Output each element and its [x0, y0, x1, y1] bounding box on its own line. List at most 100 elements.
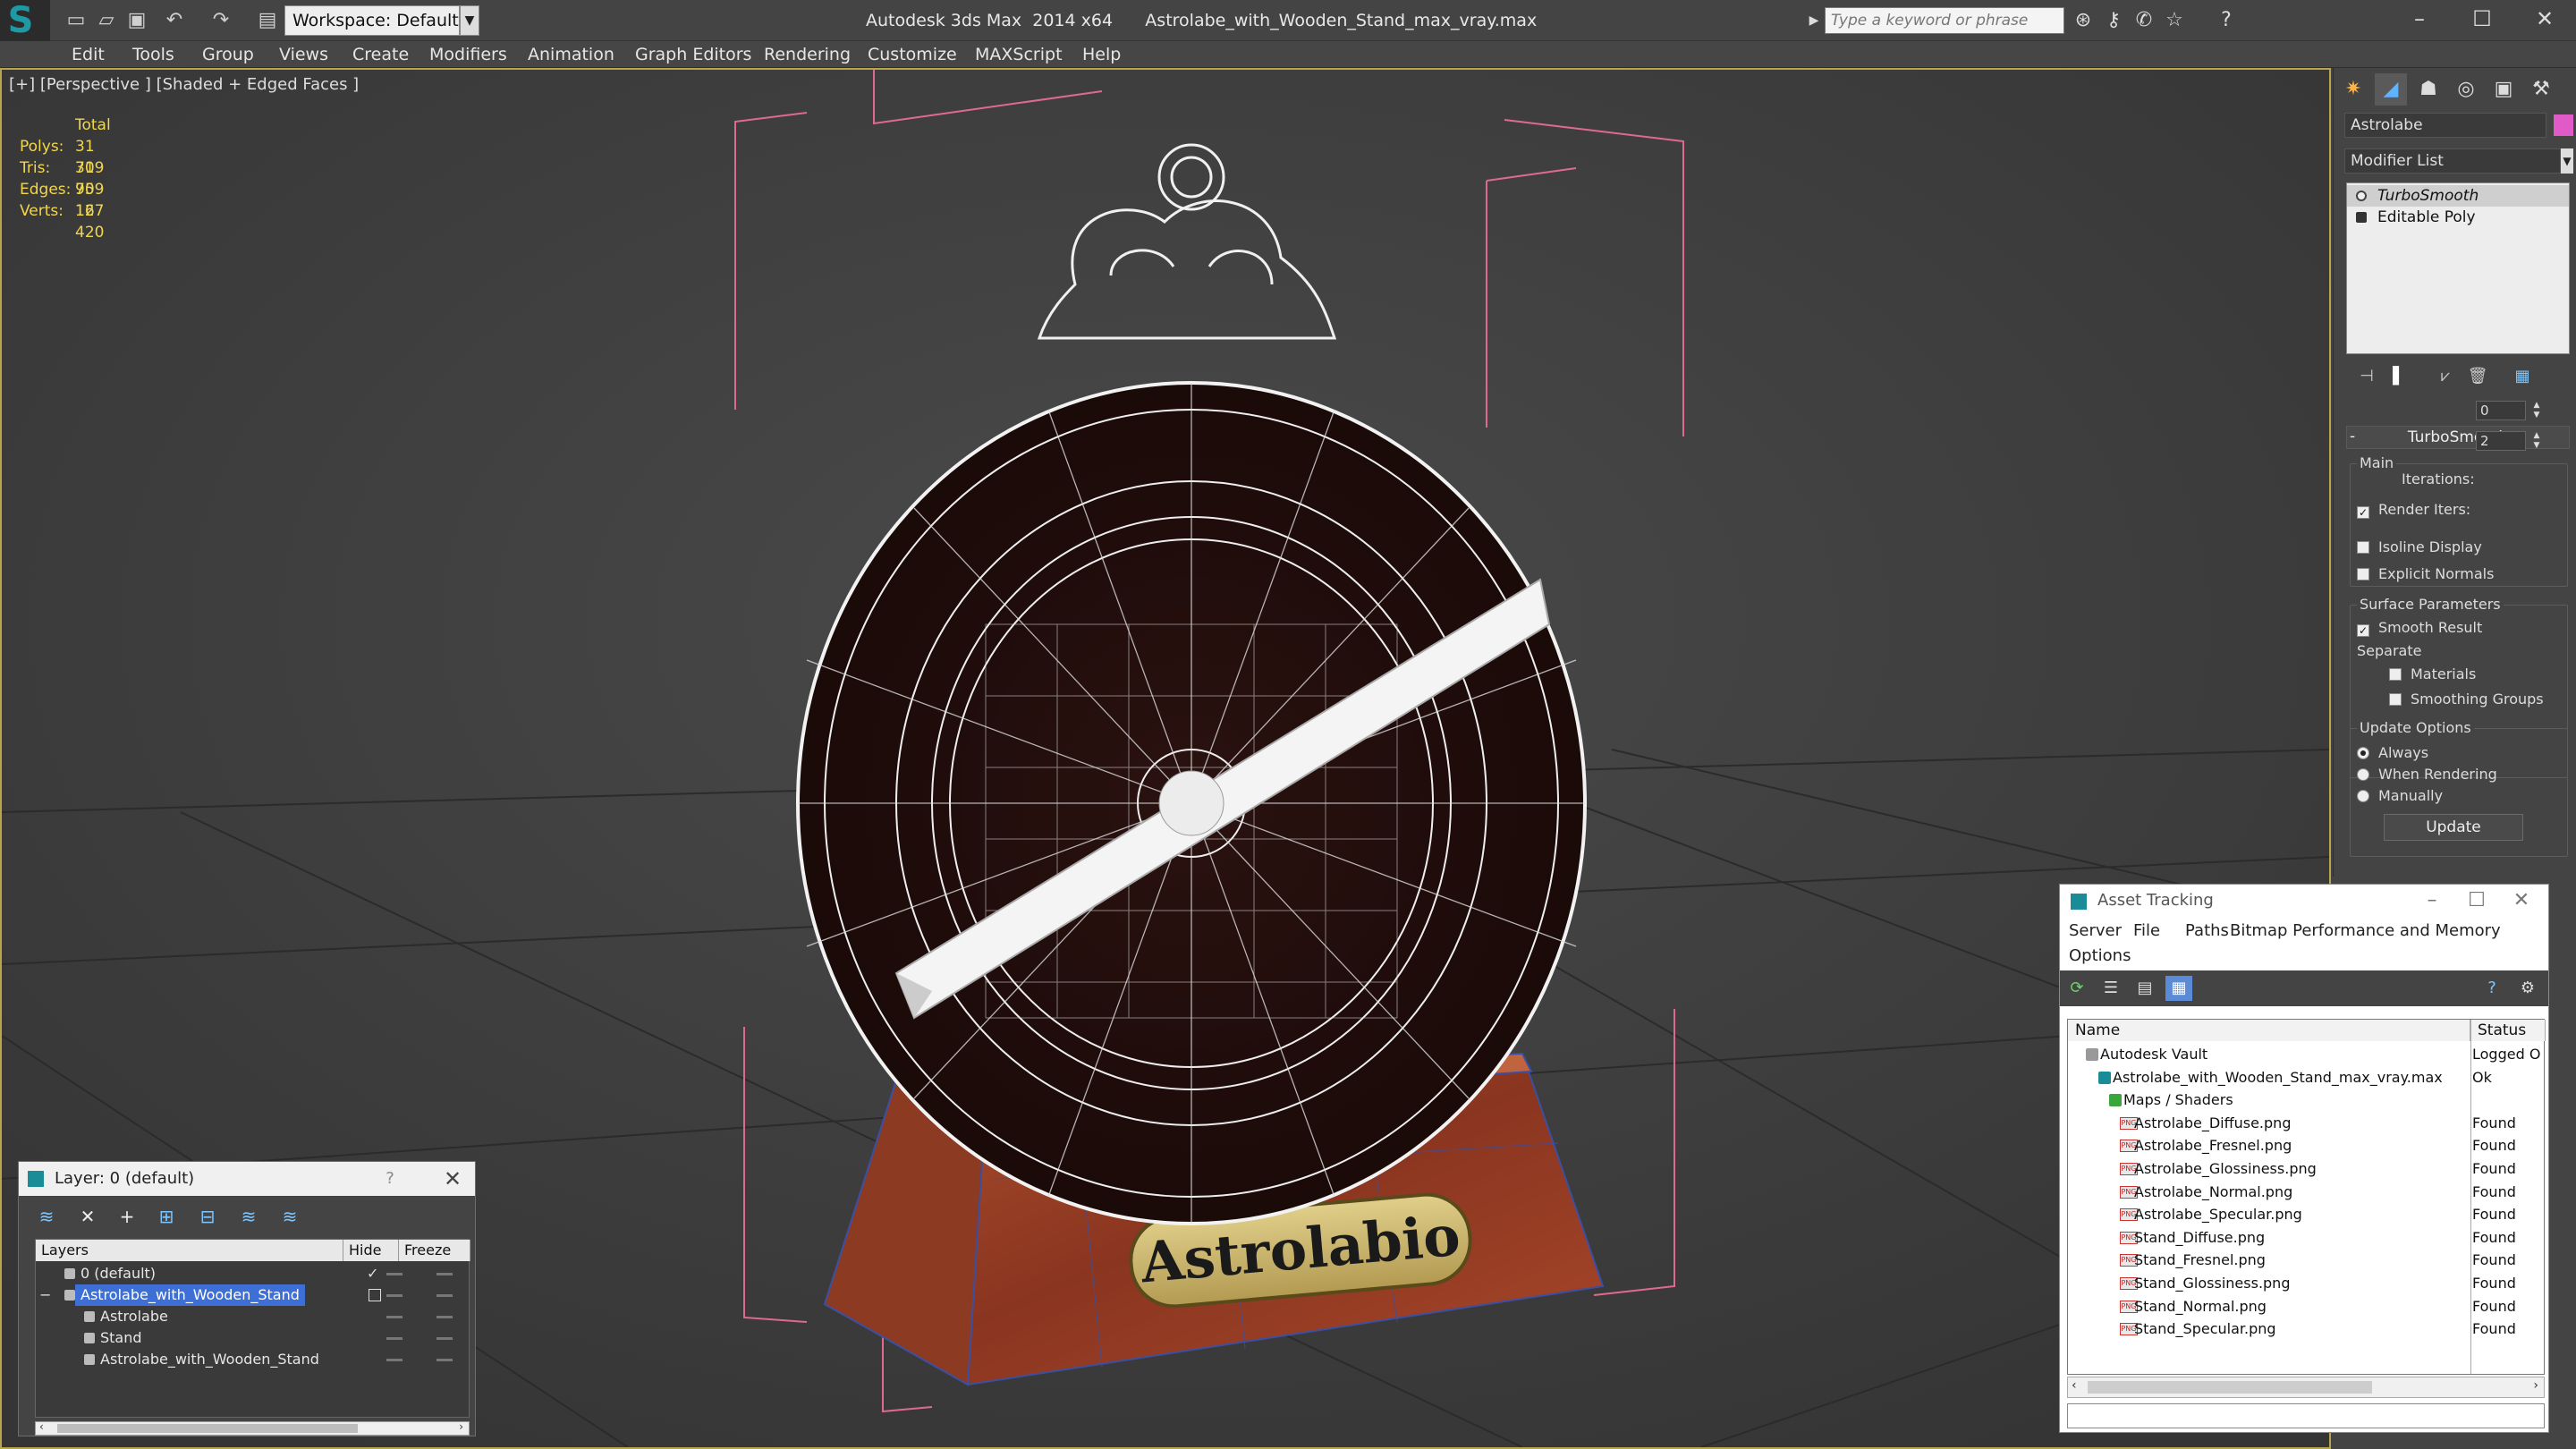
asset-menu-server[interactable]: Server — [2069, 919, 2122, 944]
app-logo-button[interactable]: S — [0, 0, 50, 41]
minimize-icon[interactable]: – — [2414, 885, 2450, 917]
asset-row[interactable]: PNG Stand_Diffuse.png Found — [2068, 1226, 2546, 1250]
collapse-icon[interactable]: − — [39, 1284, 51, 1306]
modifier-list-dropdown[interactable]: Modifier List — [2344, 148, 2561, 174]
create-layer-icon[interactable]: ≋ — [31, 1201, 62, 1232]
spinner-arrows-icon[interactable]: ▲ ▼ — [2531, 401, 2542, 420]
menu-edit[interactable]: Edit — [72, 41, 105, 68]
open-file-icon[interactable]: ▱ — [93, 7, 120, 34]
render-iters-spinner[interactable]: 2 — [2476, 431, 2526, 451]
viewport-label[interactable]: [+] [Perspective ] [Shaded + Edged Faces… — [9, 75, 359, 94]
menu-help[interactable]: Help — [1082, 41, 1121, 68]
materials-checkbox[interactable] — [2389, 668, 2402, 681]
layer-horizontal-scrollbar[interactable]: ‹ › — [35, 1420, 470, 1436]
materials-row[interactable]: Materials — [2389, 665, 2476, 682]
show-end-result-icon[interactable]: ▌ — [2385, 363, 2412, 390]
chevron-down-icon[interactable]: ▼ — [460, 5, 479, 36]
hide-toggle[interactable] — [386, 1294, 402, 1297]
close-icon[interactable]: ✕ — [2504, 885, 2539, 917]
minimize-icon[interactable]: – — [2388, 0, 2451, 38]
chevron-left-icon[interactable]: ‹ — [2072, 1378, 2077, 1393]
asset-row[interactable]: PNG Astrolabe_Diffuse.png Found — [2068, 1112, 2546, 1135]
layers-column-header[interactable]: Layers — [36, 1240, 343, 1261]
scrollbar-thumb[interactable] — [2088, 1381, 2372, 1394]
when-rendering-radio[interactable] — [2357, 768, 2369, 781]
new-file-icon[interactable]: ▭ — [63, 7, 89, 34]
chevron-down-icon[interactable]: ▼ — [2561, 148, 2573, 174]
expand-box-icon[interactable] — [2356, 212, 2367, 223]
grid-view-icon[interactable]: ▦ — [2165, 976, 2192, 1001]
explicit-normals-row[interactable]: Explicit Normals — [2357, 565, 2494, 582]
layer-row[interactable]: 0 (default) ✓ — [36, 1263, 470, 1284]
utilities-tab-icon[interactable]: ⚒ — [2525, 73, 2557, 106]
save-file-icon[interactable]: ▣ — [123, 7, 150, 34]
list-view-icon[interactable]: ☰ — [2097, 976, 2124, 1001]
render-iters-row[interactable]: ✓ Render Iters: — [2357, 501, 2470, 519]
chevron-left-icon[interactable]: ‹ — [39, 1420, 44, 1433]
create-tab-icon[interactable]: ✷ — [2337, 73, 2369, 106]
asset-menu-paths[interactable]: Paths — [2185, 919, 2229, 944]
isoline-display-checkbox[interactable] — [2357, 541, 2369, 554]
hide-column-header[interactable]: Hide — [343, 1240, 399, 1261]
menu-create[interactable]: Create — [352, 41, 409, 68]
menu-modifiers[interactable]: Modifiers — [429, 41, 507, 68]
hide-all-layers-icon[interactable]: ≋ — [233, 1201, 264, 1232]
motion-tab-icon[interactable]: ◎ — [2450, 73, 2482, 106]
current-layer-check-icon[interactable]: ✓ — [367, 1263, 378, 1284]
freeze-toggle[interactable] — [436, 1337, 453, 1340]
pin-stack-icon[interactable]: ⊣ — [2353, 363, 2380, 390]
set-current-layer-box[interactable] — [369, 1289, 381, 1301]
menu-graph-editors[interactable]: Graph Editors — [635, 41, 751, 68]
asset-row[interactable]: Maps / Shaders — [2068, 1089, 2546, 1112]
asset-row[interactable]: Autodesk Vault Logged O — [2068, 1043, 2546, 1066]
freeze-toggle[interactable] — [436, 1294, 453, 1297]
workspace-dropdown[interactable]: Workspace: Default — [284, 5, 460, 36]
undo-icon[interactable]: ↶ — [161, 7, 188, 34]
asset-row[interactable]: Astrolabe_with_Wooden_Stand_max_vray.max… — [2068, 1066, 2546, 1089]
always-radio[interactable] — [2357, 747, 2369, 759]
maximize-icon[interactable]: ☐ — [2451, 0, 2513, 38]
asset-menu-bitmap-performance[interactable]: Bitmap Performance and Memory — [2230, 919, 2501, 944]
iterations-spinner[interactable]: 0 — [2476, 401, 2526, 420]
close-icon[interactable]: ✕ — [2513, 0, 2576, 38]
menu-customize[interactable]: Customize — [868, 41, 957, 68]
asset-row[interactable]: PNG Astrolabe_Fresnel.png Found — [2068, 1134, 2546, 1157]
remove-modifier-icon[interactable]: 🗑 — [2464, 363, 2491, 390]
manually-row[interactable]: Manually — [2357, 787, 2443, 804]
display-tab-icon[interactable]: ▣ — [2487, 73, 2520, 106]
freeze-column-header[interactable]: Freeze — [399, 1240, 470, 1261]
asset-menu-file[interactable]: File — [2133, 919, 2160, 944]
asset-row[interactable]: PNG Stand_Fresnel.png Found — [2068, 1249, 2546, 1272]
hide-toggle[interactable] — [386, 1316, 402, 1318]
project-folder-icon[interactable]: ▤ — [254, 7, 281, 34]
hide-toggle[interactable] — [386, 1273, 402, 1275]
highlight-layer-icon[interactable]: ⊟ — [192, 1201, 223, 1232]
menu-animation[interactable]: Animation — [528, 41, 614, 68]
collapse-icon[interactable]: - — [2350, 426, 2355, 447]
configure-sets-icon[interactable]: ▦ — [2509, 363, 2536, 390]
delete-layer-icon[interactable]: ✕ — [72, 1201, 103, 1232]
asset-row[interactable]: PNG Stand_Glossiness.png Found — [2068, 1272, 2546, 1295]
maximize-icon[interactable]: ☐ — [2459, 885, 2495, 917]
menu-tools[interactable]: Tools — [132, 41, 174, 68]
update-button[interactable]: Update — [2384, 814, 2523, 841]
search-input[interactable]: Type a keyword or phrase — [1825, 7, 2064, 34]
add-to-layer-icon[interactable]: + — [112, 1201, 142, 1232]
table-view-icon[interactable]: ▤ — [2131, 976, 2158, 1001]
layer-row[interactable]: − Astrolabe_with_Wooden_Stand — [36, 1284, 470, 1306]
freeze-toggle[interactable] — [436, 1273, 453, 1275]
menu-group[interactable]: Group — [202, 41, 254, 68]
binoculars-icon[interactable]: ⊛ — [2068, 7, 2098, 34]
name-column-header[interactable]: Name — [2068, 1020, 2470, 1041]
chevron-right-icon[interactable]: › — [2533, 1378, 2538, 1393]
stack-item-turbosmooth[interactable]: TurboSmooth — [2347, 185, 2569, 207]
smoothing-groups-row[interactable]: Smoothing Groups — [2389, 691, 2544, 708]
hide-toggle[interactable] — [386, 1359, 402, 1361]
smooth-result-checkbox[interactable]: ✓ — [2357, 624, 2369, 637]
key-icon[interactable]: ⚷ — [2098, 7, 2129, 34]
redo-icon[interactable]: ↷ — [208, 7, 234, 34]
menu-maxscript[interactable]: MAXScript — [975, 41, 1063, 68]
manually-radio[interactable] — [2357, 790, 2369, 802]
object-color-swatch[interactable] — [2554, 114, 2573, 136]
smooth-result-row[interactable]: ✓ Smooth Result — [2357, 619, 2482, 637]
